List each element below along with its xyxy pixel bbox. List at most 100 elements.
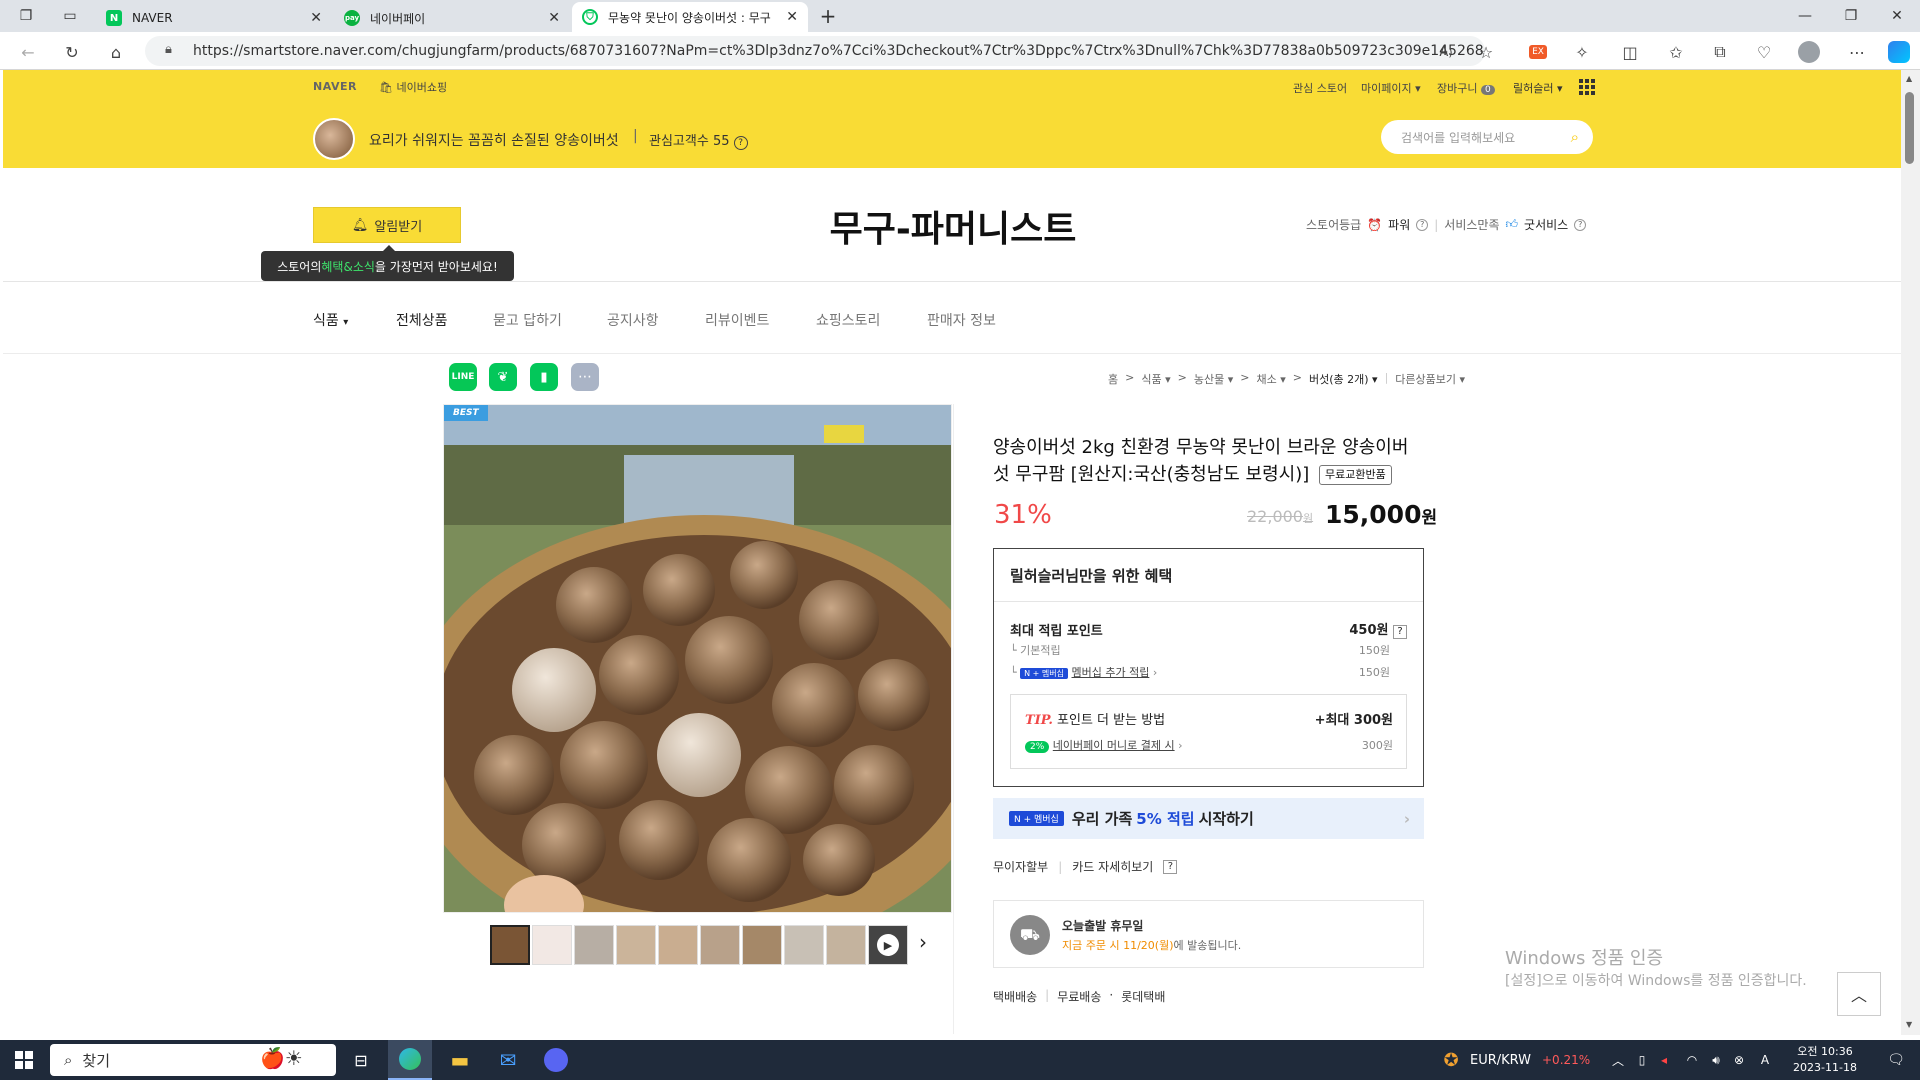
naver-shopping-link[interactable]: 🛍︎ 네이버쇼핑 <box>379 79 447 95</box>
nav-seller-info[interactable]: 판매자 정보 <box>927 310 996 330</box>
nav-all-products[interactable]: 전체상품 <box>396 310 448 330</box>
thumbnail-3[interactable] <box>574 925 614 965</box>
breadcrumb-item[interactable]: 버섯(총 2개) ▾ <box>1309 371 1378 387</box>
tab-naver[interactable]: N NAVER ✕ <box>96 4 332 32</box>
share-more-icon[interactable]: ⋯ <box>571 363 599 391</box>
tab-actions-icon[interactable]: ▭ <box>56 0 84 32</box>
read-aloud-icon[interactable]: A) <box>1432 38 1460 66</box>
task-view-icon[interactable]: ⊟ <box>345 1040 377 1080</box>
thumbnail-2[interactable] <box>532 925 572 965</box>
notification-dnd-icon[interactable]: ⊗ <box>1728 1040 1750 1080</box>
extension-ex-icon[interactable]: EX <box>1529 45 1547 59</box>
browser-essentials-icon[interactable]: ♡ <box>1750 38 1778 66</box>
close-tab-icon[interactable]: ✕ <box>548 10 560 26</box>
favorite-star-icon[interactable]: ☆ <box>1472 38 1500 66</box>
scroll-down-icon[interactable]: ▼ <box>1906 1020 1912 1029</box>
windows-start-icon[interactable] <box>8 1040 40 1080</box>
device-icon[interactable]: ▯ <box>1632 1040 1652 1080</box>
membership-banner[interactable]: N + 멤버십 우리 가족 5% 적립 시작하기 › <box>993 798 1424 839</box>
search-icon[interactable]: ⌕ <box>1571 128 1579 146</box>
close-window-icon[interactable]: ✕ <box>1874 0 1920 32</box>
nav-food[interactable]: 식품 ▾ <box>313 310 348 330</box>
ticker-label[interactable]: EUR/KRW <box>1470 1040 1538 1080</box>
collections-icon[interactable]: ⧉ <box>1706 38 1734 66</box>
page-scrollbar[interactable]: ▲ ▼ <box>1901 70 1920 1035</box>
thumbnail-7[interactable] <box>742 925 782 965</box>
discord-icon[interactable] <box>536 1040 576 1080</box>
naverpay-money-link[interactable]: 네이버페이 머니로 결제 시 <box>1053 739 1175 752</box>
nav-notice[interactable]: 공지사항 <box>607 310 659 330</box>
tab-product[interactable]: ⛉ 무농약 못난이 양송이버섯 : 무구 ✕ <box>572 2 808 32</box>
favorites-icon[interactable]: ✩ <box>1662 38 1690 66</box>
interest-store-link[interactable]: 관심 스토어 <box>1293 80 1347 96</box>
nav-shopping-story[interactable]: 쇼핑스토리 <box>816 310 880 330</box>
breadcrumb-item[interactable]: 농산물 ▾ <box>1194 371 1233 387</box>
thumbnail-9[interactable] <box>826 925 866 965</box>
scroll-top-button[interactable]: ︿ <box>1837 972 1881 1016</box>
apps-grid-icon[interactable] <box>1579 79 1595 95</box>
mail-icon[interactable]: ✉ <box>488 1040 528 1080</box>
other-products-dropdown[interactable]: 다른상품보기 ▾ <box>1395 371 1465 387</box>
restore-icon[interactable]: ❐ <box>1828 0 1874 32</box>
membership-point-link[interactable]: 멤버십 추가 적립 <box>1072 666 1150 679</box>
extensions-icon[interactable]: ✧ <box>1568 38 1596 66</box>
share-line-icon[interactable]: LINE <box>449 363 477 391</box>
minimize-icon[interactable]: — <box>1782 0 1828 32</box>
wifi-icon[interactable]: ◠ <box>1680 1040 1704 1080</box>
help-icon[interactable]: ? <box>733 136 748 150</box>
copilot-icon[interactable] <box>1888 41 1910 63</box>
nav-qna[interactable]: 묻고 답하기 <box>493 310 562 330</box>
share-band-icon[interactable]: ❦ <box>489 363 517 391</box>
mypage-menu[interactable]: 마이페이지 ▾ <box>1361 80 1421 96</box>
profile-avatar-icon[interactable] <box>1798 41 1820 63</box>
product-main-image[interactable]: BEST <box>443 404 952 913</box>
user-menu[interactable]: 릴허슬러 ▾ <box>1513 80 1563 96</box>
file-explorer-icon[interactable]: ▬ <box>440 1040 480 1080</box>
back-icon[interactable]: ← <box>14 38 42 66</box>
breadcrumb-home[interactable]: 홈 <box>1108 371 1118 387</box>
split-screen-icon[interactable]: ◫ <box>1616 38 1644 66</box>
lock-icon[interactable]: 🔒︎ <box>165 42 172 57</box>
settings-more-icon[interactable]: ⋯ <box>1843 38 1871 66</box>
clock[interactable]: 오전 10:36 2023-11-18 <box>1780 1040 1870 1080</box>
tab-naverpay[interactable]: pay 네이버페이 ✕ <box>334 4 570 32</box>
refresh-icon[interactable]: ↻ <box>58 38 86 66</box>
thumbnail-video[interactable]: ▶ <box>868 925 908 965</box>
url-field[interactable]: 🔒︎ https://smartstore.naver.com/chugjung… <box>145 36 1485 66</box>
store-name[interactable]: 무구-파머니스트 <box>703 200 1203 252</box>
show-hidden-icons-icon[interactable]: ︿ <box>1608 1040 1628 1080</box>
close-tab-icon[interactable]: ✕ <box>310 10 322 26</box>
ime-indicator[interactable]: A <box>1754 1040 1776 1080</box>
help-icon[interactable]: ? <box>1416 218 1429 231</box>
edge-taskbar-icon[interactable] <box>388 1040 432 1080</box>
thumbnail-5[interactable] <box>658 925 698 965</box>
new-tab-icon[interactable]: + <box>814 0 842 32</box>
help-icon[interactable]: ? <box>1393 625 1407 639</box>
speaker-icon[interactable]: 🔊︎ <box>1704 1040 1728 1080</box>
card-detail-link[interactable]: 카드 자세히보기 <box>1072 858 1153 875</box>
workspaces-icon[interactable]: ❐ <box>12 0 40 32</box>
cart-link[interactable]: 장바구니 0 <box>1437 80 1495 96</box>
notify-button[interactable]: 🔔︎ 알림받기 <box>313 207 461 243</box>
naver-logo[interactable]: NAVER <box>313 80 357 93</box>
currency-ticker-icon[interactable]: ✪ <box>1438 1040 1464 1080</box>
nav-review-event[interactable]: 리뷰이벤트 <box>705 310 769 330</box>
thumbnail-1[interactable] <box>490 925 530 965</box>
chevron-right-icon[interactable]: › <box>919 930 927 954</box>
scroll-up-icon[interactable]: ▲ <box>1906 74 1912 83</box>
close-tab-icon[interactable]: ✕ <box>786 9 798 25</box>
store-profile-image[interactable] <box>313 118 355 160</box>
help-icon[interactable]: ? <box>1574 218 1587 231</box>
taskbar-search-box[interactable]: ⌕ 찾기 🍎☀︎ <box>50 1044 336 1076</box>
thumbnail-6[interactable] <box>700 925 740 965</box>
thumbnail-8[interactable] <box>784 925 824 965</box>
help-icon[interactable]: ? <box>1163 859 1178 874</box>
breadcrumb-item[interactable]: 채소 ▾ <box>1256 371 1285 387</box>
action-center-icon[interactable]: 🗨︎ <box>1878 1040 1914 1080</box>
home-icon[interactable]: ⌂ <box>102 38 130 66</box>
volume-muted-icon[interactable]: ◂ <box>1654 1040 1674 1080</box>
share-bookmark-icon[interactable]: ▮ <box>530 363 558 391</box>
scrollbar-thumb[interactable] <box>1905 92 1914 164</box>
store-search-input[interactable]: 검색어를 입력해보세요 ⌕ <box>1381 120 1593 154</box>
thumbnail-4[interactable] <box>616 925 656 965</box>
